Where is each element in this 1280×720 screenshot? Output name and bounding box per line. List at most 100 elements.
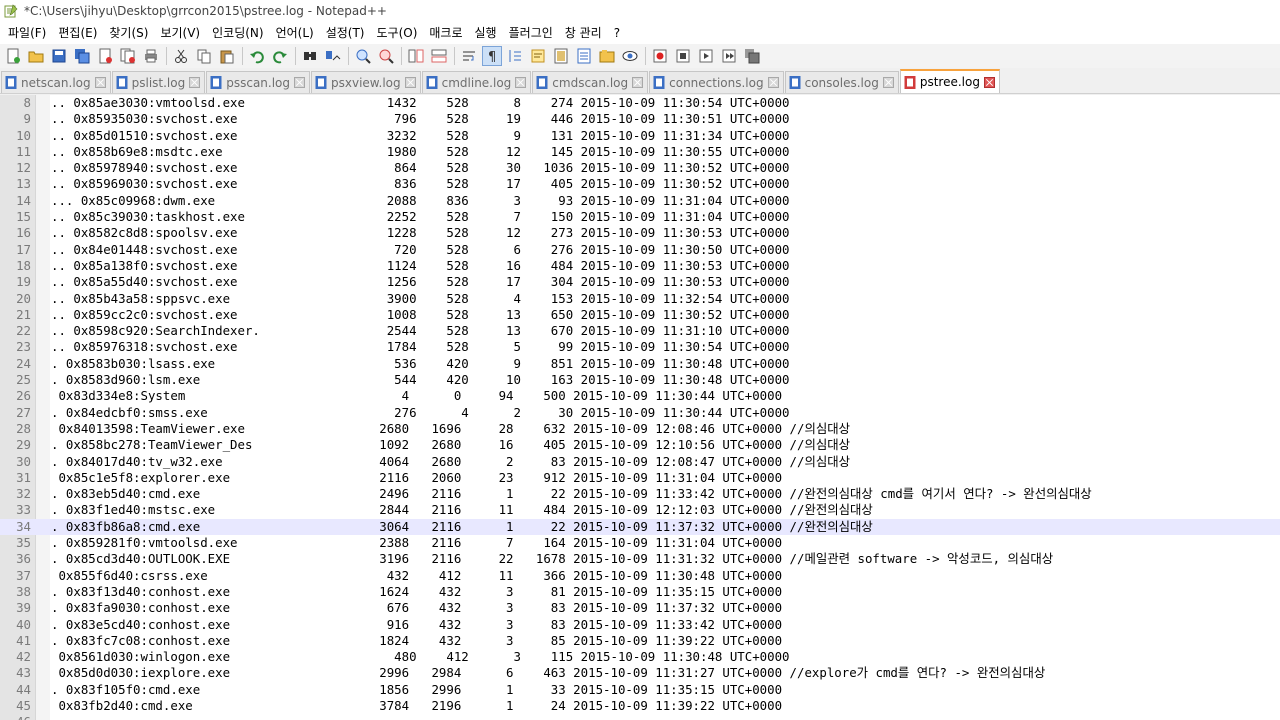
editor-line[interactable]: 44 . 0x83f105f0:cmd.exe 1856 2996 1 33 20… [0, 682, 1280, 698]
close-tab-icon[interactable] [189, 77, 201, 88]
editor-line[interactable]: 20 .. 0x85b43a58:sppsvc.exe 3900 528 4 15… [0, 291, 1280, 307]
open-file-icon[interactable] [26, 46, 46, 66]
editor-line[interactable]: 32 . 0x83eb5d40:cmd.exe 2496 2116 1 22 20… [0, 486, 1280, 502]
copy-icon[interactable] [194, 46, 214, 66]
close-tab-icon[interactable] [882, 77, 894, 88]
editor-line[interactable]: 11 .. 0x858b69e8:msdtc.exe 1980 528 12 14… [0, 144, 1280, 160]
redo-icon[interactable] [270, 46, 290, 66]
editor-line[interactable]: 17 .. 0x84e01448:svchost.exe 720 528 6 27… [0, 242, 1280, 258]
editor-line[interactable]: 15 .. 0x85c39030:taskhost.exe 2252 528 7 … [0, 209, 1280, 225]
editor-line[interactable]: 28 0x84013598:TeamViewer.exe 2680 1696 2… [0, 421, 1280, 437]
menu-item-5[interactable]: 언어(L) [270, 22, 320, 44]
editor-line[interactable]: 27 . 0x84edcbf0:smss.exe 276 4 2 30 2015-… [0, 405, 1280, 421]
editor-line[interactable]: 22 .. 0x8598c920:SearchIndexer. 2544 528 … [0, 323, 1280, 339]
editor-line[interactable]: 25 . 0x8583d960:lsm.exe 544 420 10 163 20… [0, 372, 1280, 388]
editor-line[interactable]: 12 .. 0x85978940:svchost.exe 864 528 30 1… [0, 160, 1280, 176]
save-all-icon[interactable] [72, 46, 92, 66]
close-file-icon[interactable] [95, 46, 115, 66]
editor-line[interactable]: 19 .. 0x85a55d40:svchost.exe 1256 528 17 … [0, 274, 1280, 290]
editor-line[interactable]: 40 . 0x83e5cd40:conhost.exe 916 432 3 83 … [0, 617, 1280, 633]
sync-vertical-icon[interactable] [406, 46, 426, 66]
zoom-out-icon[interactable] [376, 46, 396, 66]
editor-line[interactable]: 13 .. 0x85969030:svchost.exe 836 528 17 4… [0, 176, 1280, 192]
new-file-icon[interactable] [3, 46, 23, 66]
editor[interactable]: 8 .. 0x85ae3030:vmtoolsd.exe 1432 528 8 2… [0, 95, 1280, 720]
record-macro-icon[interactable] [650, 46, 670, 66]
editor-line[interactable]: 33 . 0x83f1ed40:mstsc.exe 2844 2116 11 48… [0, 502, 1280, 518]
menu-item-11[interactable]: 창 관리 [559, 22, 608, 44]
paste-icon[interactable] [217, 46, 237, 66]
editor-line[interactable]: 31 0x85c1e5f8:explorer.exe 2116 2060 23 … [0, 470, 1280, 486]
menu-item-2[interactable]: 찾기(S) [103, 22, 154, 44]
editor-line[interactable]: 45 0x83fb2d40:cmd.exe 3784 2196 1 24 201… [0, 698, 1280, 714]
menu-item-4[interactable]: 인코딩(N) [206, 22, 269, 44]
sync-horizontal-icon[interactable] [429, 46, 449, 66]
editor-line[interactable]: 8 .. 0x85ae3030:vmtoolsd.exe 1432 528 8 2… [0, 95, 1280, 111]
find-icon[interactable] [300, 46, 320, 66]
editor-line[interactable]: 43 0x85d0d030:iexplore.exe 2996 2984 6 4… [0, 665, 1280, 681]
close-tab-icon[interactable] [94, 77, 106, 88]
save-icon[interactable] [49, 46, 69, 66]
close-tab-icon[interactable] [767, 77, 779, 88]
menu-item-8[interactable]: 매크로 [423, 22, 468, 44]
editor-line[interactable]: 18 .. 0x85a138f0:svchost.exe 1124 528 16 … [0, 258, 1280, 274]
editor-line[interactable]: 10 .. 0x85d01510:svchost.exe 3232 528 9 1… [0, 128, 1280, 144]
editor-line[interactable]: 26 0x83d334e8:System 4 0 94 500 2015-10-… [0, 388, 1280, 404]
show-all-chars-icon[interactable]: ¶ [482, 46, 502, 66]
close-tab-icon[interactable] [515, 77, 527, 88]
tab-psxview-log[interactable]: psxview.log [311, 71, 421, 93]
tab-cmdline-log[interactable]: cmdline.log [421, 71, 532, 93]
tab-pslist-log[interactable]: pslist.log [111, 71, 206, 93]
close-all-icon[interactable] [118, 46, 138, 66]
tab-consoles-log[interactable]: consoles.log [784, 71, 899, 93]
play-multiple-icon[interactable] [719, 46, 739, 66]
print-icon[interactable] [141, 46, 161, 66]
editor-line[interactable]: 41 . 0x83fc7c08:conhost.exe 1824 432 3 85… [0, 633, 1280, 649]
play-macro-icon[interactable] [696, 46, 716, 66]
editor-line[interactable]: 23 .. 0x85976318:svchost.exe 1784 528 5 9… [0, 339, 1280, 355]
word-wrap-icon[interactable] [459, 46, 479, 66]
tab-connections-log[interactable]: connections.log [649, 71, 784, 93]
monitoring-icon[interactable] [620, 46, 640, 66]
editor-line[interactable]: 37 0x855f6d40:csrss.exe 432 412 11 366 2… [0, 568, 1280, 584]
close-tab-icon[interactable] [983, 76, 995, 88]
menu-item-0[interactable]: 파일(F) [2, 22, 52, 44]
menu-item-3[interactable]: 보기(V) [154, 22, 206, 44]
indent-guide-icon[interactable] [505, 46, 525, 66]
editor-line[interactable]: 39 . 0x83fa9030:conhost.exe 676 432 3 83 … [0, 600, 1280, 616]
menu-item-6[interactable]: 설정(T) [320, 22, 371, 44]
editor-line[interactable]: 14 ... 0x85c09968:dwm.exe 2088 836 3 93 2… [0, 193, 1280, 209]
tab-cmdscan-log[interactable]: cmdscan.log [532, 71, 649, 93]
menu-item-7[interactable]: 도구(O) [371, 22, 424, 44]
menu-item-9[interactable]: 실행 [469, 22, 503, 44]
tab-netscan-log[interactable]: netscan.log [1, 71, 111, 93]
close-tab-icon[interactable] [404, 77, 416, 88]
tab-pstree-log[interactable]: pstree.log [899, 69, 1000, 93]
save-macro-icon[interactable] [742, 46, 762, 66]
undo-icon[interactable] [247, 46, 267, 66]
cut-icon[interactable] [171, 46, 191, 66]
editor-line[interactable]: 35 . 0x859281f0:vmtoolsd.exe 2388 2116 7 … [0, 535, 1280, 551]
editor-line[interactable]: 34 . 0x83fb86a8:cmd.exe 3064 2116 1 22 20… [0, 518, 1280, 536]
tab-psscan-log[interactable]: psscan.log [206, 71, 311, 93]
editor-line[interactable]: 46 [0, 714, 1280, 720]
menu-item-12[interactable]: ? [608, 22, 626, 44]
function-list-icon[interactable] [574, 46, 594, 66]
editor-line[interactable]: 38 . 0x83f13d40:conhost.exe 1624 432 3 81… [0, 584, 1280, 600]
editor-line[interactable]: 16 .. 0x8582c8d8:spoolsv.exe 1228 528 12 … [0, 225, 1280, 241]
editor-line[interactable]: 21 .. 0x859cc2c0:svchost.exe 1008 528 13 … [0, 307, 1280, 323]
zoom-in-icon[interactable] [353, 46, 373, 66]
editor-line[interactable]: 9 .. 0x85935030:svchost.exe 796 528 19 44… [0, 111, 1280, 127]
editor-line[interactable]: 24 . 0x8583b030:lsass.exe 536 420 9 851 2… [0, 356, 1280, 372]
close-tab-icon[interactable] [632, 77, 644, 88]
close-tab-icon[interactable] [294, 77, 306, 88]
folder-workspace-icon[interactable] [597, 46, 617, 66]
menu-item-1[interactable]: 편집(E) [52, 22, 103, 44]
editor-line[interactable]: 42 0x8561d030:winlogon.exe 480 412 3 115… [0, 649, 1280, 665]
editor-line[interactable]: 29 . 0x858bc278:TeamViewer_Des 1092 2680 … [0, 437, 1280, 453]
doc-map-icon[interactable] [551, 46, 571, 66]
replace-icon[interactable] [323, 46, 343, 66]
stop-macro-icon[interactable] [673, 46, 693, 66]
menu-item-10[interactable]: 플러그인 [503, 22, 559, 44]
editor-line[interactable]: 30 . 0x84017d40:tv_w32.exe 4064 2680 2 83… [0, 454, 1280, 470]
